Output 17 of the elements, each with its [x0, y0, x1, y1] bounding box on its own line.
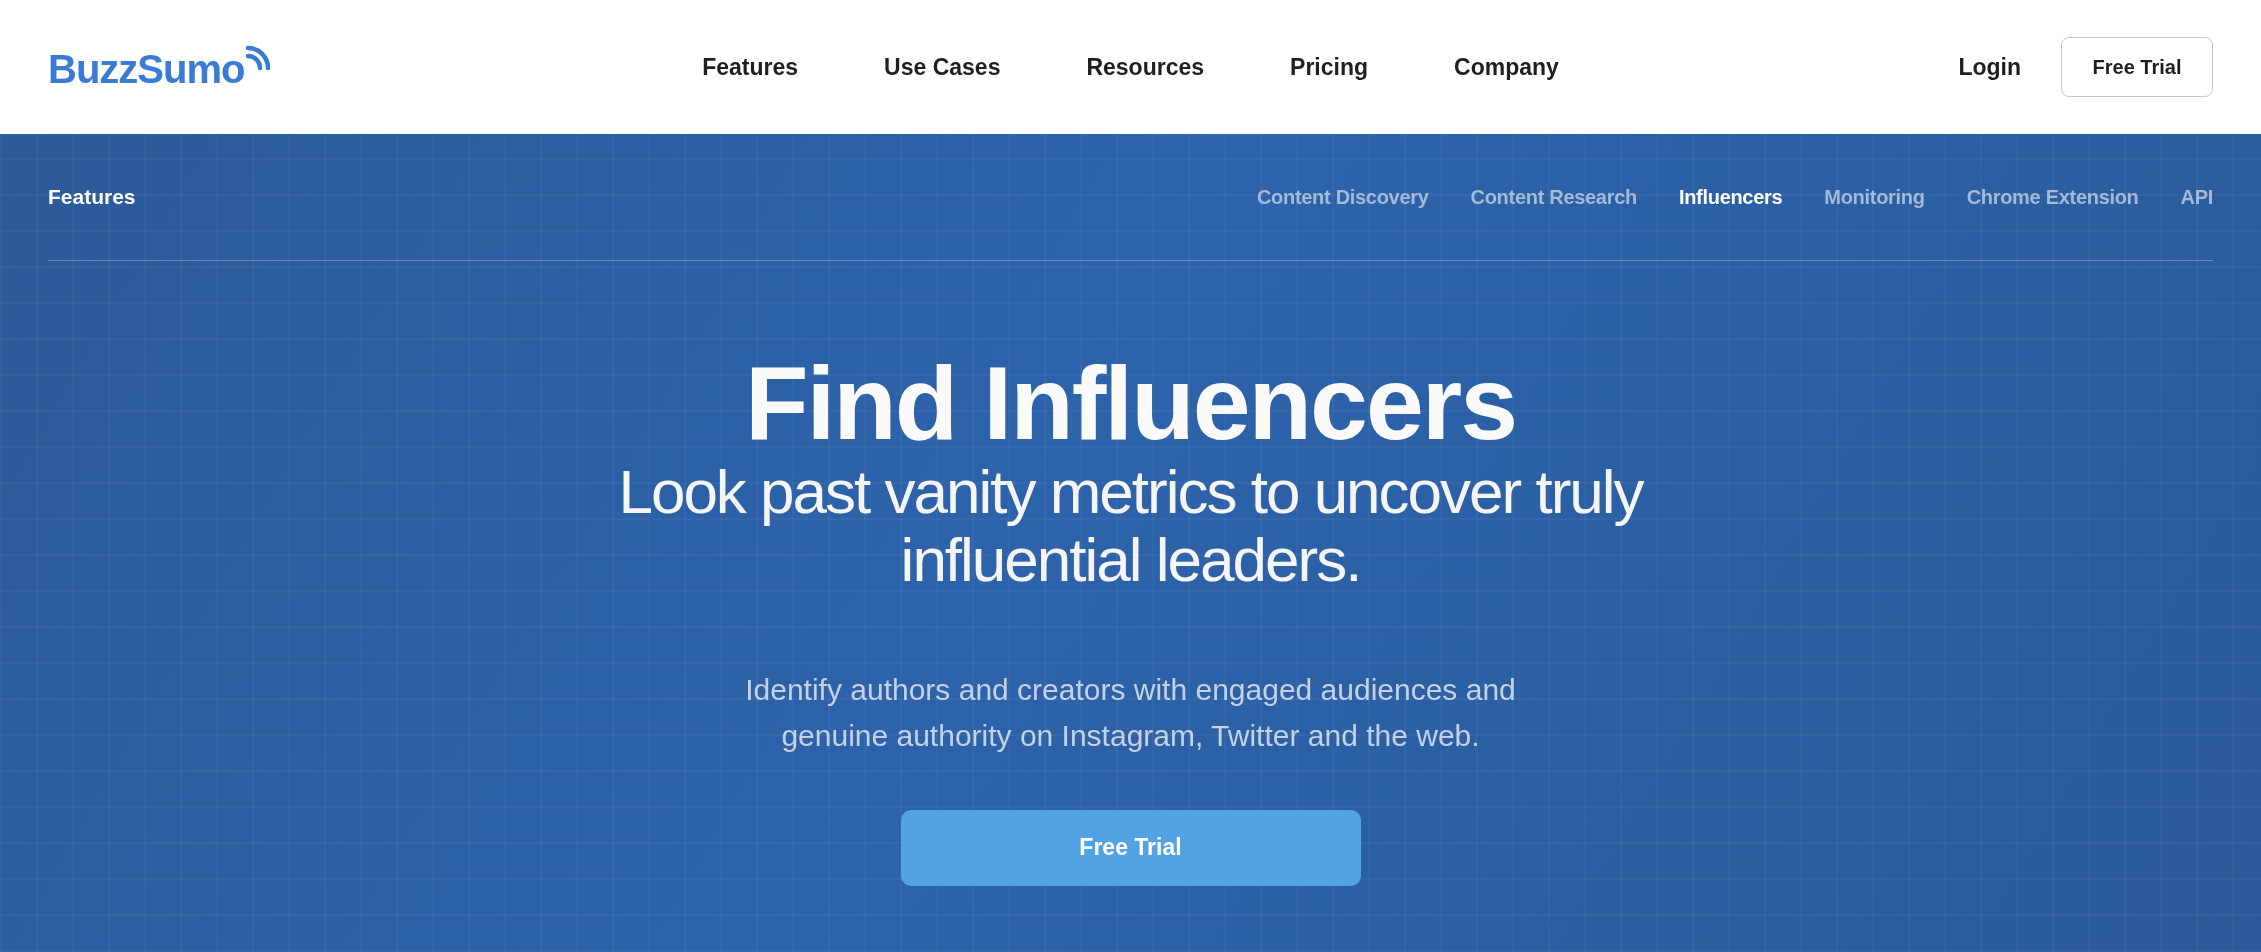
hero-subtitle: Look past vanity metrics to uncover truly influential leaders.: [617, 458, 1645, 595]
free-trial-button[interactable]: Free Trial: [2061, 37, 2213, 97]
nav-link[interactable]: Use Cases: [884, 53, 1001, 81]
login-link[interactable]: Login: [1958, 53, 2021, 81]
logo[interactable]: BuzzSumo: [48, 45, 272, 89]
nav-link[interactable]: Company: [1454, 53, 1559, 81]
signal-waves-icon: [245, 45, 272, 73]
subnav-tab[interactable]: Influencers: [1678, 185, 1783, 209]
nav-link[interactable]: Resources: [1086, 53, 1205, 81]
subnav-tab[interactable]: API: [2180, 185, 2213, 209]
hero-title: Find Influencers: [744, 349, 1517, 459]
section-title: Features: [48, 185, 136, 209]
nav-link[interactable]: Features: [702, 53, 799, 81]
subnav-tab[interactable]: Chrome Extension: [1966, 185, 2139, 209]
subnav-tab[interactable]: Monitoring: [1824, 185, 1925, 209]
nav-link[interactable]: Pricing: [1290, 53, 1368, 81]
hero-description: Identify authors and creators with engaged audiences and genuine authority on Instagram, Twitter and the web.: [744, 671, 1517, 755]
